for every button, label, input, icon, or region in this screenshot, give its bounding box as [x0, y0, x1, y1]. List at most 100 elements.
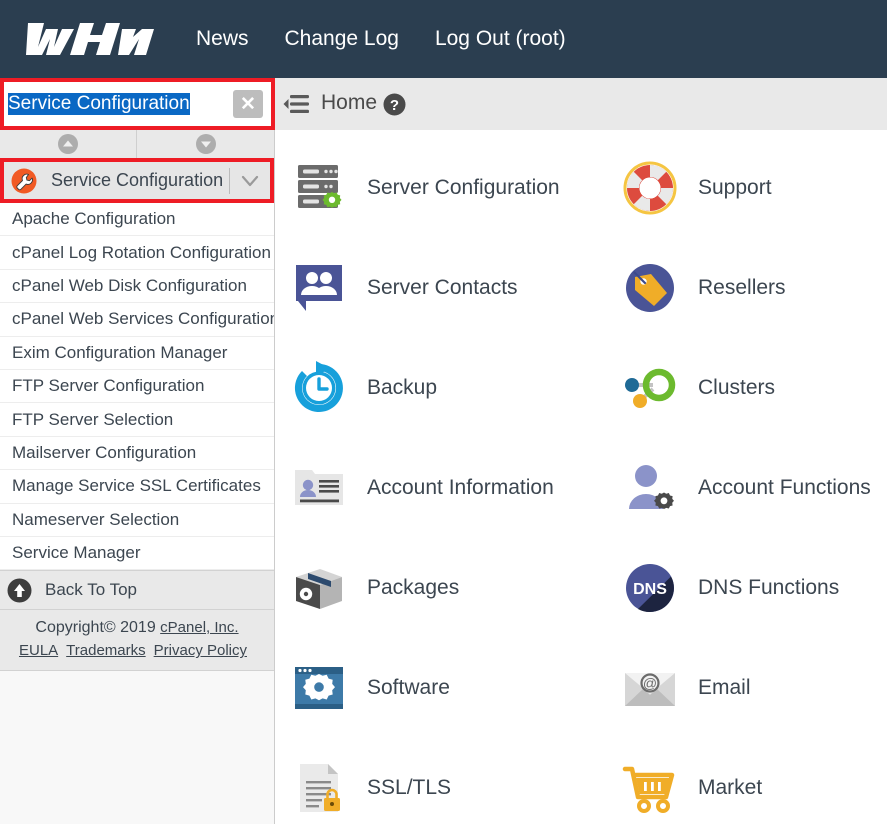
search-input-text[interactable]: Service Configuration	[4, 93, 233, 115]
chevron-up-circle-icon[interactable]	[0, 130, 137, 158]
sidebar-item-label: FTP Server Selection	[12, 409, 174, 429]
people-speech-bubble-icon	[290, 259, 348, 317]
search-selected-text: Service Configuration	[8, 93, 190, 115]
tile-server-contacts[interactable]: Server Contacts	[276, 238, 621, 338]
life-ring-icon	[621, 159, 679, 217]
cluster-nodes-icon	[621, 359, 679, 417]
sidebar-group-title: Service Configuration	[51, 170, 224, 190]
tile-account-information[interactable]: Account Information	[276, 438, 621, 538]
cpanel-inc-link[interactable]: cPanel, Inc.	[160, 619, 238, 636]
tile-label: Server Configuration	[367, 176, 560, 199]
sidebar-item-label: Apache Configuration	[12, 209, 176, 229]
breadcrumb-bar: Service Configuration ✕ Home ?	[0, 78, 887, 130]
help-icon[interactable]: ?	[383, 93, 406, 116]
collapse-sidebar-icon[interactable]	[283, 92, 309, 116]
tile-clusters[interactable]: Clusters	[621, 338, 873, 438]
nav-log-out[interactable]: Log Out (root)	[417, 23, 584, 55]
tile-label: Account Information	[367, 476, 554, 499]
tile-row: Account Information Account Functions	[276, 438, 887, 538]
dns-circle-icon: DNS	[621, 559, 679, 617]
tile-label: Resellers	[698, 276, 786, 299]
svg-text:?: ?	[390, 97, 399, 114]
tile-account-functions[interactable]: Account Functions	[621, 438, 873, 538]
breadcrumb-home[interactable]: Home	[321, 91, 377, 115]
tile-label: SSL/TLS	[367, 776, 452, 799]
tile-label: Support	[698, 176, 772, 199]
tile-packages[interactable]: Packages	[276, 538, 621, 638]
tile-dns-functions[interactable]: DNS DNS Functions	[621, 538, 873, 638]
tile-ssl-tls[interactable]: SSL/TLS	[276, 738, 621, 838]
tile-row: SSL/TLS Market	[276, 738, 887, 838]
whm-logo[interactable]	[14, 16, 156, 62]
sidebar-item-cpanel-web-disk-configuration[interactable]: cPanel Web Disk Configuration	[0, 270, 274, 304]
wrench-icon	[11, 168, 37, 194]
user-gear-icon	[621, 459, 679, 517]
sidebar-item-manage-service-ssl-certificates[interactable]: Manage Service SSL Certificates	[0, 470, 274, 504]
sidebar-item-label: cPanel Log Rotation Configuration	[12, 242, 271, 262]
sidebar-item-service-manager[interactable]: Service Manager	[0, 537, 274, 571]
tile-row: Server Configuration Support	[276, 138, 887, 238]
sidebar-item-mailserver-configuration[interactable]: Mailserver Configuration	[0, 437, 274, 471]
top-navigation: News Change Log Log Out (root)	[178, 23, 584, 55]
sidebar-item-exim-configuration-manager[interactable]: Exim Configuration Manager	[0, 337, 274, 370]
tile-label: Clusters	[698, 376, 776, 399]
tile-label: Server Contacts	[367, 276, 518, 299]
back-to-top-label: Back To Top	[45, 580, 137, 600]
tile-label: Account Functions	[698, 476, 871, 499]
privacy-policy-link[interactable]: Privacy Policy	[154, 642, 247, 659]
nav-news[interactable]: News	[178, 23, 267, 55]
clock-restore-icon	[290, 359, 348, 417]
sidebar: Service Configuration Apache Configurati…	[0, 130, 275, 824]
sidebar-item-label: Nameserver Selection	[12, 509, 180, 529]
nav-change-log[interactable]: Change Log	[267, 23, 417, 55]
tile-row: Server Contacts Resellers	[276, 238, 887, 338]
envelope-at-icon: @	[621, 659, 679, 717]
price-tag-circle-icon	[621, 259, 679, 317]
window-gear-icon	[290, 659, 348, 717]
sidebar-item-cpanel-log-rotation-configuration[interactable]: cPanel Log Rotation Configuration	[0, 236, 274, 270]
sidebar-item-label: cPanel Web Disk Configuration	[12, 275, 247, 295]
back-to-top-button[interactable]: Back To Top	[0, 570, 274, 611]
tile-resellers[interactable]: Resellers	[621, 238, 873, 338]
tile-label: Software	[367, 676, 450, 699]
tile-label: Market	[698, 776, 763, 799]
close-icon[interactable]: ✕	[233, 90, 263, 118]
document-lock-icon	[290, 759, 348, 817]
sidebar-item-cpanel-web-services-configuration[interactable]: cPanel Web Services Configuration	[0, 303, 274, 337]
copyright-text: Copyright© 2019	[35, 619, 161, 637]
sidebar-search-box[interactable]: Service Configuration ✕	[0, 78, 275, 130]
tile-row: Backup Clusters	[276, 338, 887, 438]
sidebar-item-nameserver-selection[interactable]: Nameserver Selection	[0, 504, 274, 537]
sidebar-item-label: Mailserver Configuration	[12, 442, 197, 462]
eula-link[interactable]: EULA	[19, 642, 58, 659]
tile-label: DNS Functions	[698, 576, 840, 599]
svg-text:DNS: DNS	[633, 581, 667, 598]
sidebar-item-label: FTP Server Configuration	[12, 376, 205, 396]
tile-market[interactable]: Market	[621, 738, 873, 838]
tile-label: Packages	[367, 576, 460, 599]
sidebar-footer: Copyright© 2019 cPanel, Inc. EULA Tradema…	[0, 610, 274, 672]
chevron-down-circle-icon[interactable]	[137, 130, 274, 158]
sidebar-item-ftp-server-configuration[interactable]: FTP Server Configuration	[0, 370, 274, 404]
sidebar-scroll-buttons	[0, 130, 274, 158]
tile-software[interactable]: Software	[276, 638, 621, 738]
tile-support[interactable]: Support	[621, 138, 873, 238]
sidebar-item-label: Manage Service SSL Certificates	[12, 476, 261, 496]
server-gear-icon	[290, 159, 348, 217]
tile-email[interactable]: @ Email	[621, 638, 873, 738]
shopping-cart-icon	[621, 759, 679, 817]
sidebar-item-label: Exim Configuration Manager	[12, 342, 228, 362]
sidebar-item-apache-configuration[interactable]: Apache Configuration	[0, 203, 274, 237]
tile-row: Packages DNS DNS Functions	[276, 538, 887, 638]
sidebar-item-ftp-server-selection[interactable]: FTP Server Selection	[0, 403, 274, 437]
sidebar-group-service-configuration[interactable]: Service Configuration	[0, 158, 274, 203]
tile-label: Backup	[367, 376, 438, 399]
copyright-line: Copyright© 2019 cPanel, Inc.	[0, 619, 274, 637]
footer-links: EULA Trademarks Privacy Policy	[0, 642, 274, 659]
tile-backup[interactable]: Backup	[276, 338, 621, 438]
tile-server-configuration[interactable]: Server Configuration	[276, 138, 621, 238]
trademarks-link[interactable]: Trademarks	[66, 642, 145, 659]
sidebar-item-label: Service Manager	[12, 543, 141, 563]
chevron-down-icon[interactable]	[230, 174, 270, 188]
box-gear-icon	[290, 559, 348, 617]
